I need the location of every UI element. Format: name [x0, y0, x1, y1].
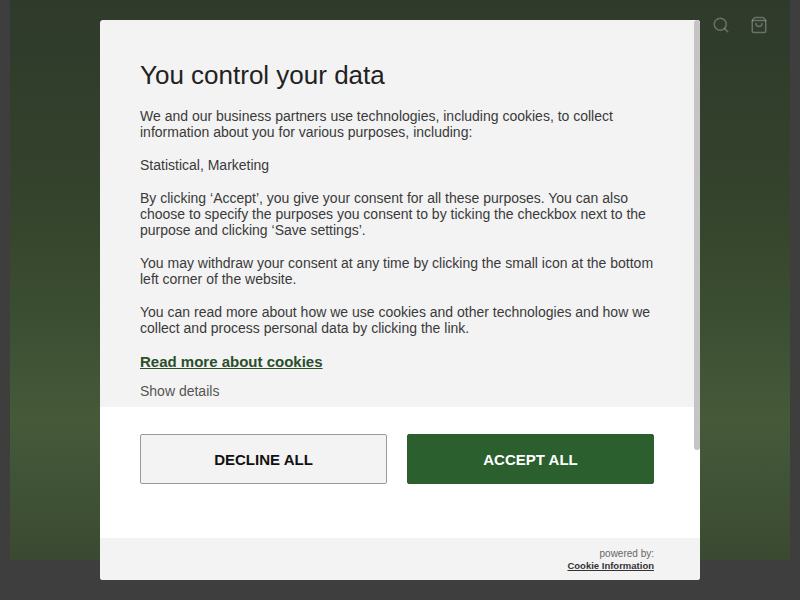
dialog-paragraph: You may withdraw your consent at any tim… — [140, 255, 654, 287]
dialog-footer: powered by:Cookie Information — [100, 538, 700, 580]
shopping-bag-icon[interactable] — [750, 16, 768, 34]
scrollbar[interactable] — [694, 20, 700, 538]
dialog-body: You control your data We and our business… — [100, 20, 700, 538]
dialog-paragraph: By clicking ‘Accept’, you give your cons… — [140, 190, 654, 238]
powered-by: powered by: — [600, 548, 654, 560]
dialog-paragraph: You can read more about how we use cooki… — [140, 304, 654, 336]
dialog-title: You control your data — [140, 60, 654, 90]
cookies-link[interactable]: Read more about cookies — [140, 353, 323, 371]
decline-button[interactable]: DECLINE ALL — [140, 434, 387, 484]
dialog-paragraph: We and our business partners use technol… — [140, 108, 654, 140]
scrollbar-thumb[interactable] — [694, 20, 700, 450]
dialog-content: You control your data We and our business… — [100, 20, 694, 407]
consent-overlay: You control your data We and our business… — [0, 0, 800, 600]
page: You control your data We and our business… — [0, 0, 800, 600]
dialog-main: You control your data We and our business… — [100, 20, 694, 538]
consent-dialog: You control your data We and our business… — [100, 20, 700, 580]
accept-button[interactable]: ACCEPT ALL — [407, 434, 654, 484]
button-bar: DECLINE ALL ACCEPT ALL — [100, 407, 694, 538]
show-details[interactable]: Show details — [140, 383, 219, 399]
search-icon[interactable] — [712, 16, 730, 34]
dialog-paragraph: Statistical, Marketing — [140, 157, 654, 173]
brand-link[interactable]: Cookie Information — [567, 560, 654, 572]
